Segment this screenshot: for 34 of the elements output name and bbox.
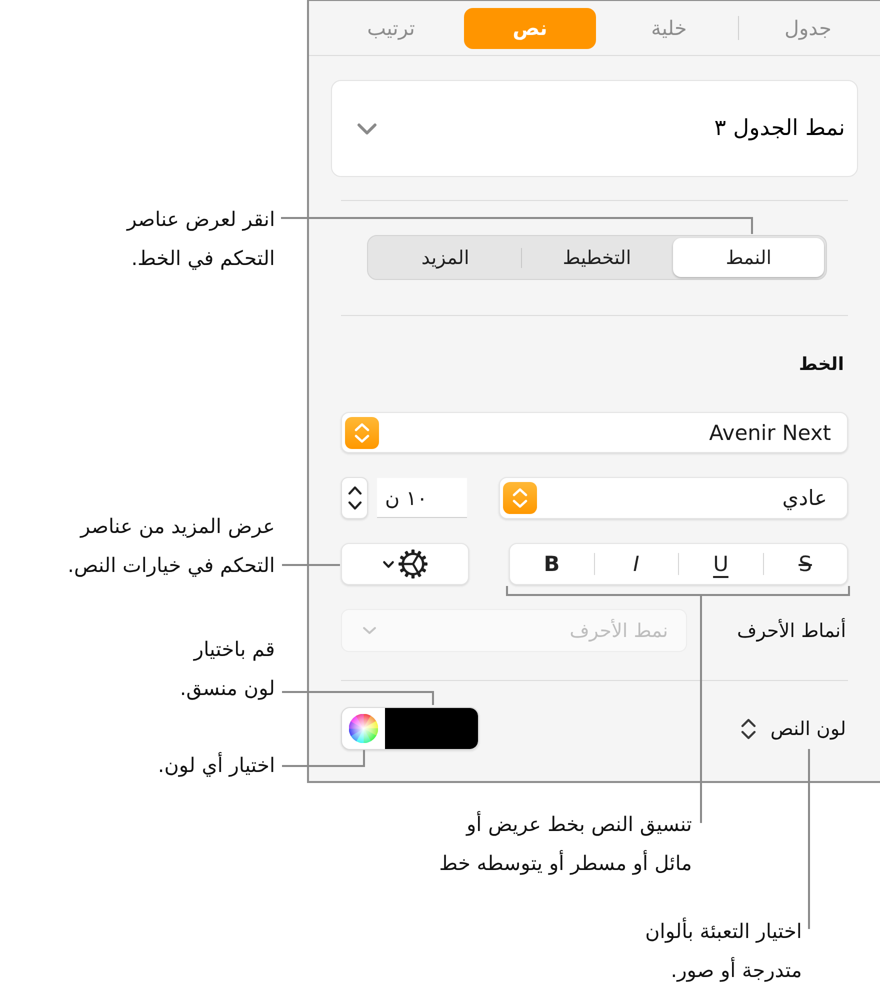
strikethrough-button[interactable]: S <box>764 544 847 584</box>
text-options-button[interactable] <box>341 543 469 585</box>
chevron-down-icon <box>382 560 395 568</box>
callout-text: عرض المزيد من عناصر التحكم في خيارات النص. <box>68 513 275 579</box>
font-family-popup[interactable]: Avenir Next <box>341 412 848 453</box>
bold-button[interactable]: B <box>510 544 594 584</box>
chevron-down-icon[interactable] <box>348 501 362 510</box>
segment-tab[interactable]: النمط <box>673 238 824 277</box>
callout-text: اختيار التعبئة بألوان متدرجة أو صور. <box>645 916 802 984</box>
chevron-up-icon[interactable] <box>348 486 362 495</box>
callout-text: اختيار أي لون. <box>158 751 275 779</box>
section-heading: الخط <box>798 354 844 376</box>
character-style-popup: نمط الأحرف <box>341 609 687 652</box>
color-swatch[interactable] <box>385 708 478 749</box>
italic-button[interactable]: I <box>594 544 678 584</box>
text-color-popup[interactable]: لون النص <box>741 716 846 740</box>
chevron-down-icon <box>356 122 378 136</box>
updown-chevron-icon <box>503 482 537 514</box>
updown-chevron-icon <box>345 416 379 448</box>
table-style-dropdown[interactable]: نمط الجدول ٣ <box>331 80 858 177</box>
callout-text: قم باختيار لون منسق. <box>180 636 275 702</box>
underline-button[interactable]: U <box>679 544 762 584</box>
font-size-stepper[interactable] <box>341 477 368 519</box>
segment-tab[interactable]: المزيد <box>370 238 521 277</box>
color-wheel-icon[interactable] <box>349 714 378 743</box>
segment-tab[interactable]: التخطيط <box>522 238 672 277</box>
callout-text: انقر لعرض عناصر التحكم في الخط. <box>126 206 275 272</box>
chevron-down-icon <box>362 626 377 635</box>
updown-chevron-icon <box>741 718 756 740</box>
gear-icon <box>398 549 428 579</box>
font-size-field[interactable]: ١٠ ن <box>377 478 467 518</box>
field-label: أنماط الأحرف <box>737 618 846 642</box>
font-style-popup[interactable]: عادي <box>499 477 848 519</box>
callout-text: تنسيق النص بخط عريض أو مائل أو مسطر أو يتوسطه خط <box>439 810 692 877</box>
